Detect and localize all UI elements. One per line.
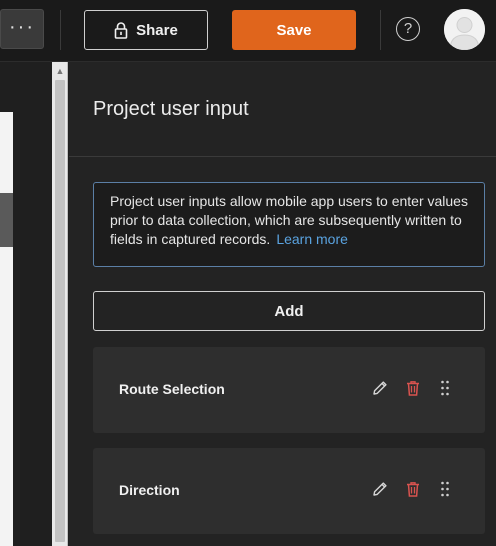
save-button[interactable]: Save (232, 10, 356, 50)
toolbar-divider (380, 10, 381, 50)
list-item-label: Direction (119, 482, 180, 498)
scrollbar-thumb[interactable] (55, 80, 65, 542)
top-toolbar: ··· Share Save ? (0, 0, 496, 62)
selected-row-edge (0, 193, 13, 247)
content-panel-edge (0, 112, 13, 546)
help-icon[interactable]: ? (396, 17, 420, 41)
add-button[interactable]: Add (93, 291, 485, 331)
toolbar-divider (60, 10, 61, 50)
lock-icon (114, 21, 128, 39)
learn-more-link[interactable]: Learn more (276, 231, 348, 247)
pencil-icon[interactable] (371, 480, 389, 498)
trash-icon[interactable] (404, 480, 422, 498)
vertical-scrollbar[interactable]: ▲ (52, 62, 68, 546)
info-notice: Project user inputs allow mobile app use… (93, 182, 485, 267)
list-item-label: Route Selection (119, 381, 225, 397)
list-item[interactable]: Direction (93, 448, 485, 534)
share-button[interactable]: Share (84, 10, 208, 50)
drag-handle-icon[interactable] (436, 480, 454, 498)
drag-handle-icon[interactable] (436, 379, 454, 397)
list-item[interactable]: Route Selection (93, 347, 485, 433)
more-options-button[interactable]: ··· (0, 9, 44, 49)
scroll-up-arrow-icon[interactable]: ▲ (52, 64, 68, 78)
pencil-icon[interactable] (371, 379, 389, 397)
trash-icon[interactable] (404, 379, 422, 397)
user-avatar-icon[interactable] (444, 9, 485, 50)
user-input-panel: Project user input Project user inputs a… (69, 62, 496, 546)
share-button-label: Share (136, 21, 178, 39)
panel-divider (69, 156, 496, 157)
panel-title: Project user input (93, 98, 249, 120)
